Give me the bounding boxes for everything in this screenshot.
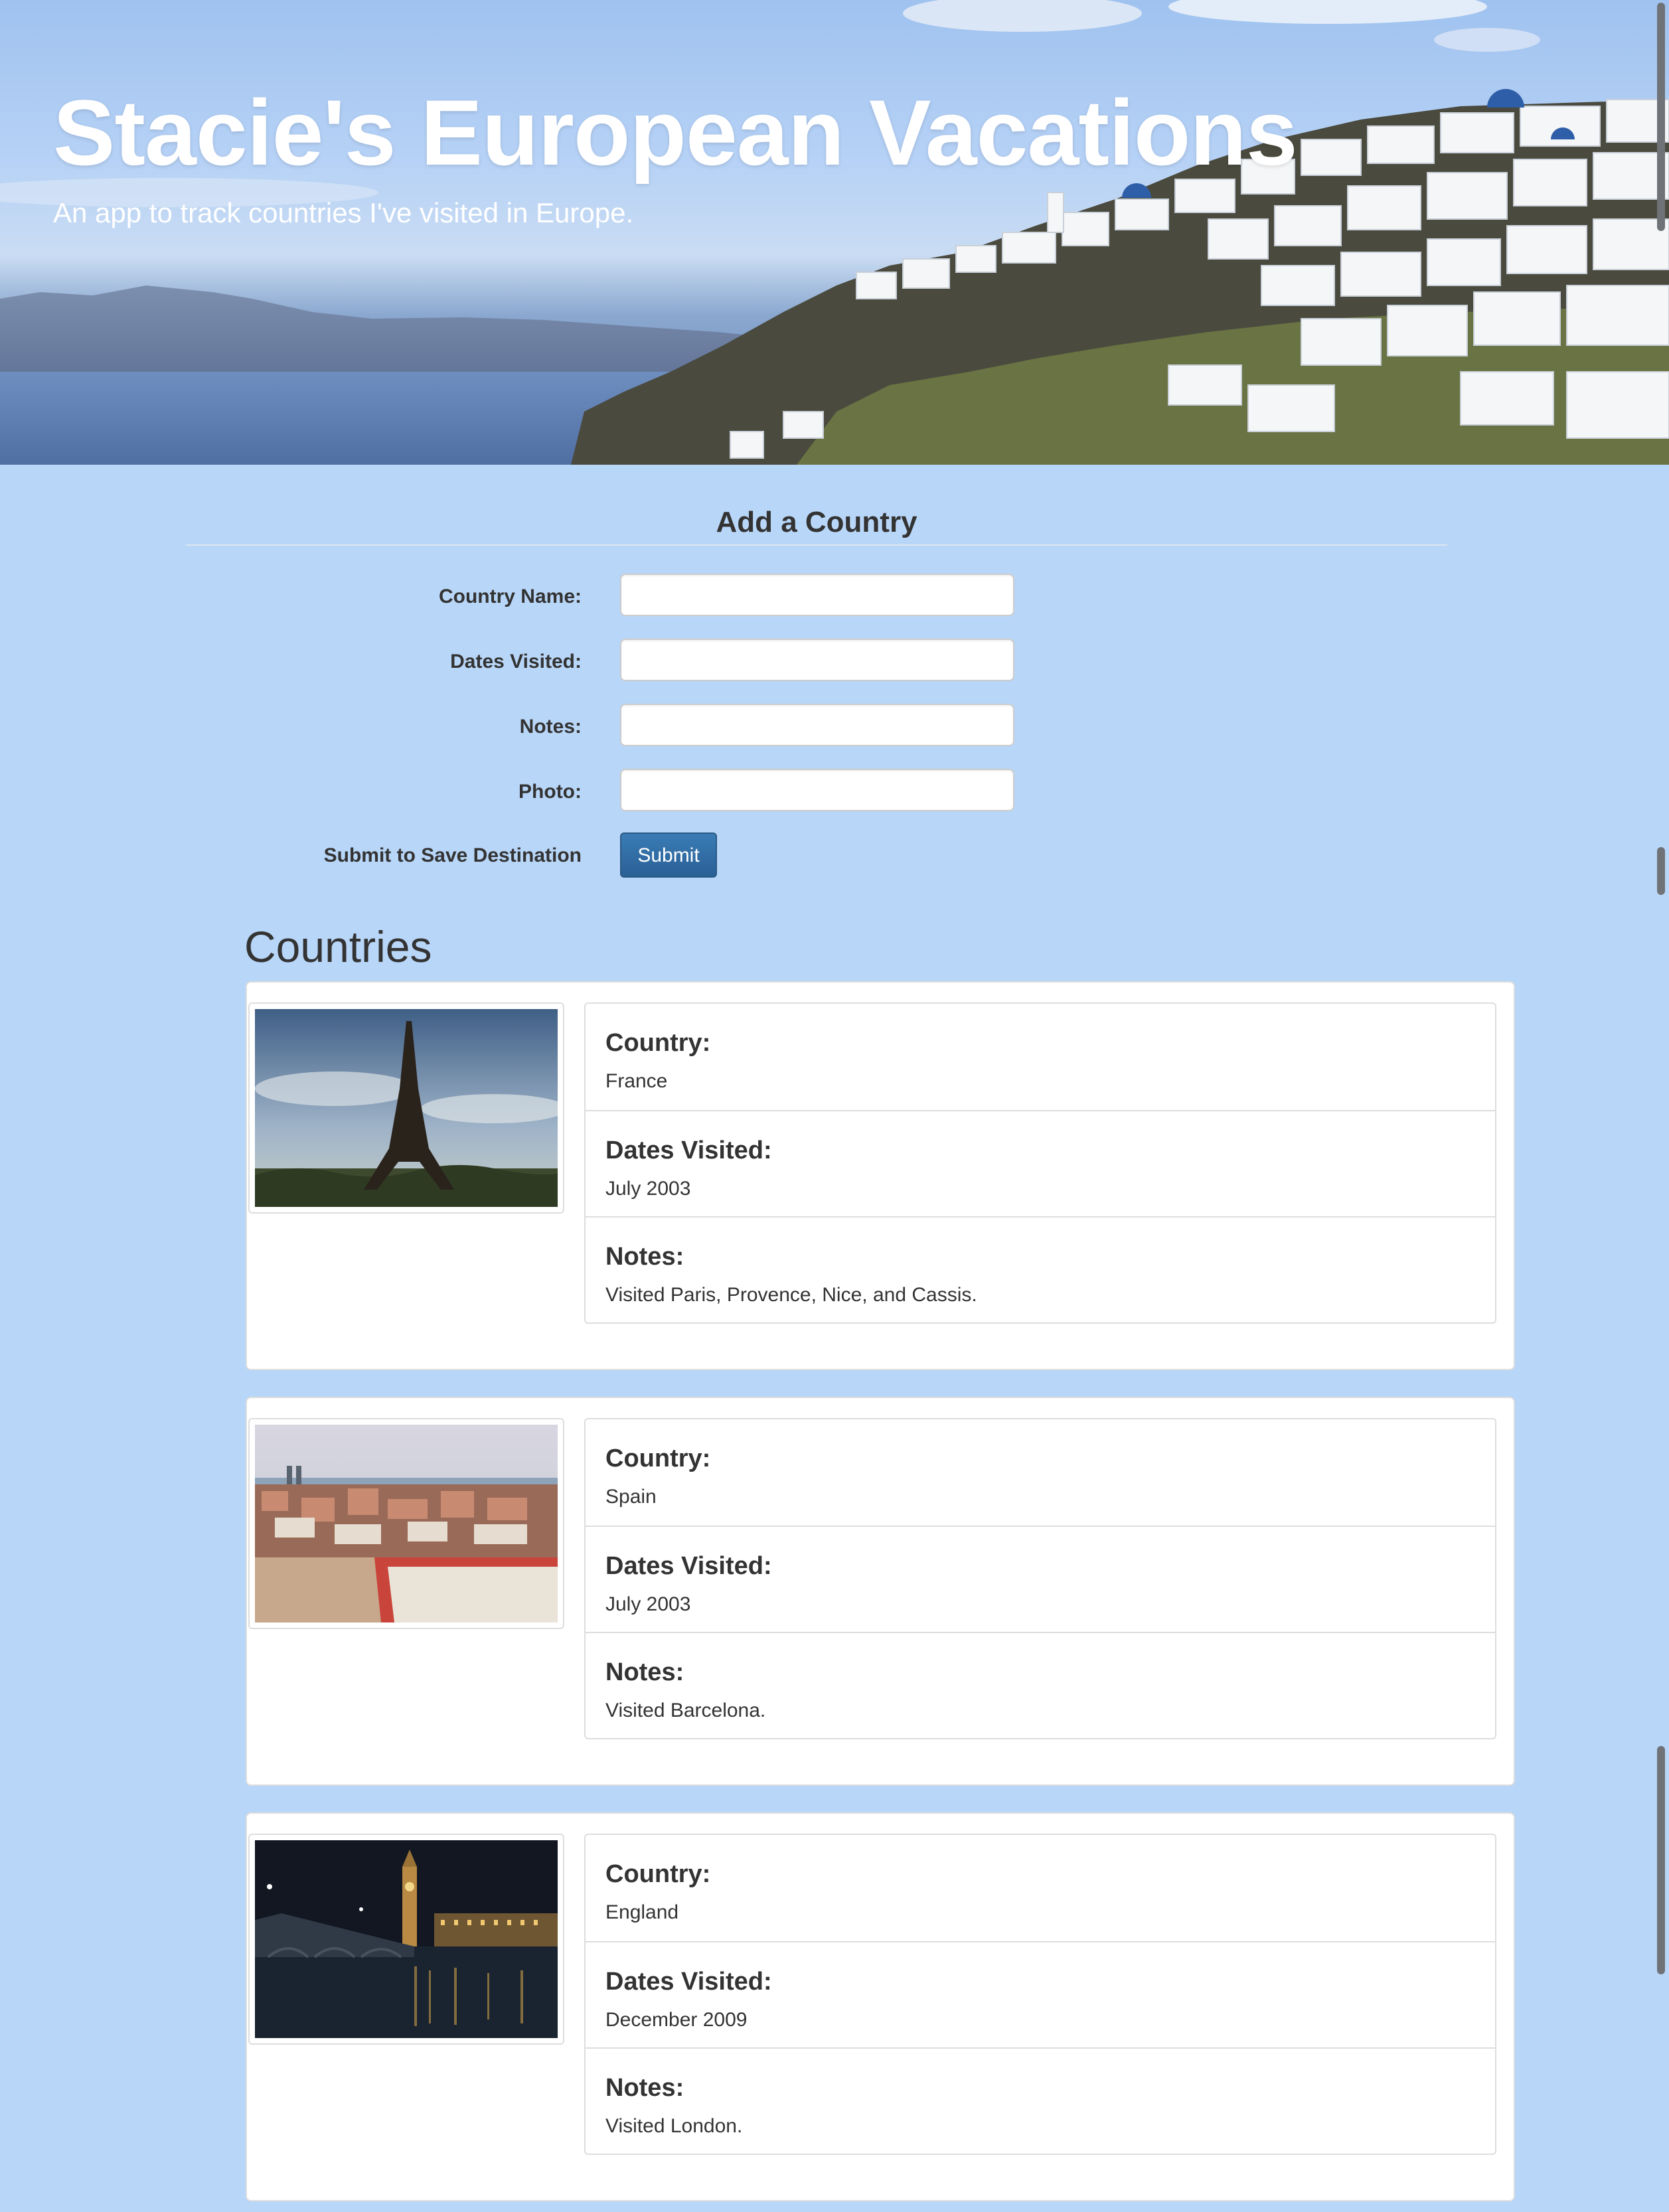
dates-value: December 2009 (605, 2009, 748, 2031)
country-name-row: Country Name: (0, 574, 1669, 619)
country-name-label: Country Name: (438, 586, 582, 607)
notes-label: Notes: (605, 2074, 684, 2102)
country-card: Country: England Dates Visited: December… (246, 1812, 1515, 2201)
dates-info-item: Dates Visited: December 2009 (586, 1941, 1495, 2047)
submit-button[interactable]: Submit (620, 832, 717, 878)
eiffel-tower-photo (255, 1009, 558, 1207)
country-name-input[interactable] (620, 574, 1014, 616)
notes-row: Notes: (0, 704, 1669, 749)
country-card: Country: France Dates Visited: July 2003… (246, 981, 1515, 1370)
photo-input[interactable] (620, 769, 1014, 811)
country-label: Country: (605, 1445, 711, 1472)
dates-info-item: Dates Visited: July 2003 (586, 1526, 1495, 1632)
country-photo (248, 1834, 564, 2045)
santorini-hero-image (0, 0, 1669, 465)
country-info-item: Country: Spain (586, 1419, 1495, 1526)
country-photo (248, 1002, 564, 1214)
country-info-list: Country: France Dates Visited: July 2003… (584, 1002, 1496, 1324)
dates-value: July 2003 (605, 1593, 691, 1615)
form-divider (186, 544, 1447, 546)
big-ben-night-photo (255, 1840, 558, 2038)
country-photo (248, 1418, 564, 1629)
scrollbar-thumb[interactable] (1657, 3, 1665, 231)
dates-info-item: Dates Visited: July 2003 (586, 1110, 1495, 1216)
dates-label: Dates Visited: (605, 1137, 772, 1164)
notes-label: Notes: (605, 1658, 684, 1686)
hero-banner: Stacie's European Vacations An app to tr… (0, 0, 1669, 465)
notes-label: Notes: (605, 1243, 684, 1271)
dates-value: July 2003 (605, 1178, 691, 1200)
photo-row: Photo: (0, 769, 1669, 814)
dates-visited-row: Dates Visited: (0, 639, 1669, 684)
country-label: Country: (605, 1029, 711, 1057)
dates-visited-input[interactable] (620, 639, 1014, 681)
country-value: England (605, 1901, 679, 1923)
country-value: Spain (605, 1486, 657, 1508)
add-country-heading: Add a Country (716, 506, 917, 538)
dates-label: Dates Visited: (605, 1968, 772, 1996)
notes-info-item: Notes: Visited London. (586, 2047, 1495, 2154)
country-card: Country: Spain Dates Visited: July 2003 … (246, 1397, 1515, 1786)
country-info-item: Country: England (586, 1835, 1495, 1941)
scrollbar-thumb[interactable] (1657, 1746, 1665, 1974)
notes-info-item: Notes: Visited Barcelona. (586, 1632, 1495, 1738)
notes-value: Visited Paris, Provence, Nice, and Cassi… (605, 1284, 977, 1306)
scrollbar-thumb[interactable] (1657, 847, 1665, 895)
notes-input[interactable] (620, 704, 1014, 746)
dates-label: Dates Visited: (605, 1552, 772, 1580)
submit-row: Submit to Save Destination Submit (0, 832, 1669, 878)
barcelona-cityscape-photo (255, 1425, 558, 1622)
countries-heading: Countries (244, 922, 432, 971)
photo-label: Photo: (518, 781, 582, 803)
country-info-list: Country: England Dates Visited: December… (584, 1834, 1496, 2155)
page-subtitle: An app to track countries I've visited i… (53, 197, 634, 228)
dates-visited-label: Dates Visited: (450, 651, 582, 672)
notes-label: Notes: (519, 716, 582, 738)
notes-value: Visited London. (605, 2115, 743, 2137)
submit-label: Submit to Save Destination (323, 844, 582, 866)
notes-value: Visited Barcelona. (605, 1699, 766, 1721)
notes-info-item: Notes: Visited Paris, Provence, Nice, an… (586, 1216, 1495, 1322)
country-label: Country: (605, 1860, 711, 1888)
page-title: Stacie's European Vacations (53, 80, 1298, 185)
country-value: France (605, 1070, 668, 1092)
country-info-list: Country: Spain Dates Visited: July 2003 … (584, 1418, 1496, 1739)
country-info-item: Country: France (586, 1004, 1495, 1110)
